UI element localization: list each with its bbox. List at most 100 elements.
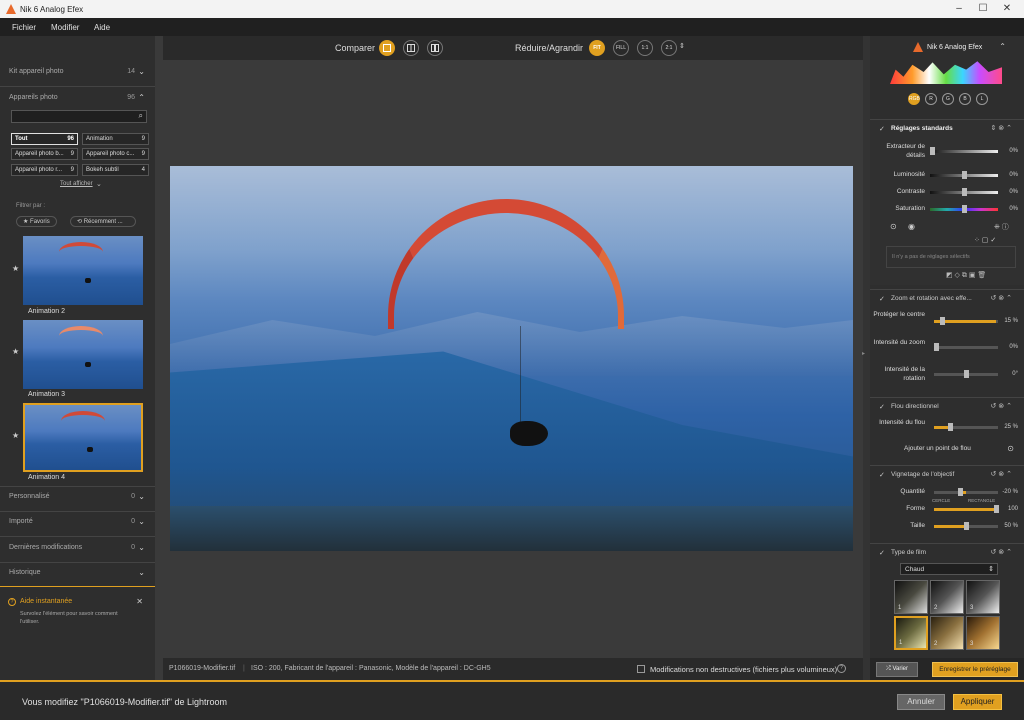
add-blur-point-label[interactable]: Ajouter un point de flou bbox=[904, 445, 971, 452]
chevron-down-icon[interactable]: ⇕ bbox=[988, 565, 994, 573]
section-cameras[interactable]: Appareils photo 96 ⌃ bbox=[9, 93, 147, 106]
chevron-down-icon[interactable]: ⌄ bbox=[138, 543, 145, 552]
menu-modifier[interactable]: Modifier bbox=[51, 23, 79, 32]
blur-intensity-slider[interactable] bbox=[934, 423, 998, 431]
enable-checkbox[interactable]: ✓ bbox=[879, 125, 885, 133]
filter-recent[interactable]: ⟲ Récemment ... bbox=[70, 216, 136, 227]
film-type-select[interactable]: Chaud ⇕ bbox=[900, 563, 998, 575]
slider-knob[interactable] bbox=[962, 188, 967, 196]
compare-single-button[interactable] bbox=[379, 40, 395, 56]
vary-button[interactable]: ⤮ Varier bbox=[876, 662, 918, 677]
slider-knob[interactable] bbox=[930, 147, 935, 155]
chip-camera-c[interactable]: Appareil photo c... 9 bbox=[82, 148, 149, 160]
slider-knob[interactable] bbox=[940, 317, 945, 325]
chevron-down-icon[interactable]: ⌄ bbox=[138, 568, 145, 577]
minimize-button[interactable]: – bbox=[950, 2, 968, 16]
slider-knob[interactable] bbox=[962, 171, 967, 179]
zoom-1-1-button[interactable]: 1:1 bbox=[637, 40, 653, 56]
slider-knob[interactable] bbox=[934, 343, 939, 351]
preset-search-input[interactable]: ⌕ bbox=[11, 110, 147, 123]
vignette-amount-slider[interactable] bbox=[934, 488, 998, 496]
saturation-slider[interactable] bbox=[930, 205, 998, 213]
zoom-2-1-button[interactable]: 2:1 bbox=[661, 40, 677, 56]
filter-favorites[interactable]: ★ Favoris bbox=[16, 216, 57, 227]
save-preset-button[interactable]: Enregistrer le préréglage bbox=[932, 662, 1018, 677]
chevron-down-icon[interactable]: ⌄ bbox=[96, 180, 102, 188]
selective-tools-icon[interactable]: ⁘ ▢ ✓ bbox=[974, 236, 996, 244]
search-icon[interactable]: ⌕ bbox=[139, 111, 143, 121]
chevron-down-icon[interactable]: ⌄ bbox=[138, 492, 145, 501]
menu-aide[interactable]: Aide bbox=[94, 23, 110, 32]
histogram-rgb-button[interactable]: RGB bbox=[908, 93, 920, 105]
chevron-up-icon[interactable]: ⌃ bbox=[138, 93, 145, 102]
chip-bokeh[interactable]: Bokeh subtil 4 bbox=[82, 164, 149, 176]
protect-center-slider[interactable] bbox=[934, 317, 998, 325]
compare-side-button[interactable] bbox=[427, 40, 443, 56]
help-icon[interactable]: ? bbox=[837, 664, 846, 673]
rotation-intensity-slider[interactable] bbox=[934, 370, 998, 378]
section-custom[interactable]: Personnalisé 0 ⌄ bbox=[9, 492, 147, 505]
contrast-slider[interactable] bbox=[930, 188, 998, 196]
film-swatch[interactable]: 3 bbox=[966, 616, 1000, 650]
section-controls-icon[interactable]: ↺ ⊗ ⌃ bbox=[991, 402, 1013, 410]
section-recent-edits[interactable]: Dernières modifications 0 ⌄ bbox=[9, 543, 147, 556]
enable-checkbox[interactable]: ✓ bbox=[879, 295, 885, 303]
slider-knob[interactable] bbox=[994, 505, 999, 513]
apply-button[interactable]: Appliquer bbox=[953, 694, 1002, 710]
add-point-icon[interactable]: ⊙ bbox=[1007, 444, 1014, 453]
vignette-shape-slider[interactable] bbox=[934, 505, 999, 513]
close-window-button[interactable]: ✕ bbox=[998, 2, 1016, 16]
brightness-slider[interactable] bbox=[930, 171, 998, 179]
section-camera-kits[interactable]: Kit appareil photo 14 ⌄ bbox=[9, 67, 147, 80]
zoom-stepper-icon[interactable]: ⇕ bbox=[679, 42, 685, 50]
close-icon[interactable]: ✕ bbox=[136, 597, 143, 606]
section-controls-icon[interactable]: ↺ ⊗ ⌃ bbox=[991, 294, 1013, 302]
chip-all[interactable]: Tout 96 bbox=[11, 133, 78, 145]
chevron-down-icon[interactable]: ⌄ bbox=[138, 517, 145, 526]
enable-checkbox[interactable]: ✓ bbox=[879, 403, 885, 411]
section-controls-icon[interactable]: ↺ ⊗ ⌃ bbox=[991, 548, 1013, 556]
histogram-g-button[interactable]: G bbox=[942, 93, 954, 105]
star-icon[interactable]: ★ bbox=[12, 431, 19, 440]
compare-split-button[interactable] bbox=[403, 40, 419, 56]
enable-checkbox[interactable]: ✓ bbox=[879, 549, 885, 557]
show-all-link[interactable]: Tout afficher bbox=[60, 181, 93, 187]
vignette-size-slider[interactable] bbox=[934, 522, 998, 530]
preset-thumb[interactable] bbox=[23, 236, 143, 305]
collapse-up-icon[interactable]: ⌃ bbox=[999, 42, 1006, 51]
film-swatch[interactable]: 1 bbox=[894, 580, 928, 614]
slider-knob[interactable] bbox=[964, 522, 969, 530]
slider-knob[interactable] bbox=[958, 488, 963, 496]
zoom-fill-button[interactable]: FILL bbox=[613, 40, 629, 56]
film-swatch-selected[interactable]: 1 bbox=[894, 616, 928, 650]
nondestructive-checkbox[interactable] bbox=[637, 665, 645, 673]
section-history[interactable]: Historique ⌄ bbox=[9, 568, 147, 581]
film-swatch[interactable]: 2 bbox=[930, 616, 964, 650]
section-controls-icon[interactable]: ↺ ⊗ ⌃ bbox=[991, 470, 1013, 478]
photo-preview[interactable] bbox=[170, 166, 853, 551]
selective-actions-icon[interactable]: ◩ ◇ ⧉ ▣ 🗑 bbox=[946, 271, 986, 280]
chip-camera-r[interactable]: Appareil photo r... 9 bbox=[11, 164, 78, 176]
chip-camera-b[interactable]: Appareil photo b... 9 bbox=[11, 148, 78, 160]
star-icon[interactable]: ★ bbox=[12, 347, 19, 356]
film-swatch[interactable]: 3 bbox=[966, 580, 1000, 614]
slider-knob[interactable] bbox=[964, 370, 969, 378]
maximize-button[interactable]: ☐ bbox=[974, 2, 992, 16]
film-swatch[interactable]: 2 bbox=[930, 580, 964, 614]
zoom-fit-button[interactable]: FIT bbox=[589, 40, 605, 56]
preset-thumb[interactable] bbox=[23, 320, 143, 389]
control-point-icon[interactable]: ⊙ bbox=[890, 222, 897, 231]
preset-thumb-selected[interactable] bbox=[23, 403, 143, 472]
chevron-down-icon[interactable]: ⌄ bbox=[138, 67, 145, 76]
zoom-intensity-slider[interactable] bbox=[934, 343, 998, 351]
section-imported[interactable]: Importé 0 ⌄ bbox=[9, 517, 147, 530]
detail-extractor-slider[interactable] bbox=[930, 147, 998, 155]
histogram-r-button[interactable]: R bbox=[925, 93, 937, 105]
slider-knob[interactable] bbox=[962, 205, 967, 213]
slider-knob[interactable] bbox=[948, 423, 953, 431]
star-icon[interactable]: ★ bbox=[12, 264, 19, 273]
more-icon[interactable]: ⁜ ⓘ bbox=[994, 222, 1009, 232]
chip-animation[interactable]: Animation 9 bbox=[82, 133, 149, 145]
brush-icon[interactable]: ◉ bbox=[908, 222, 915, 231]
histogram-l-button[interactable]: L bbox=[976, 93, 988, 105]
